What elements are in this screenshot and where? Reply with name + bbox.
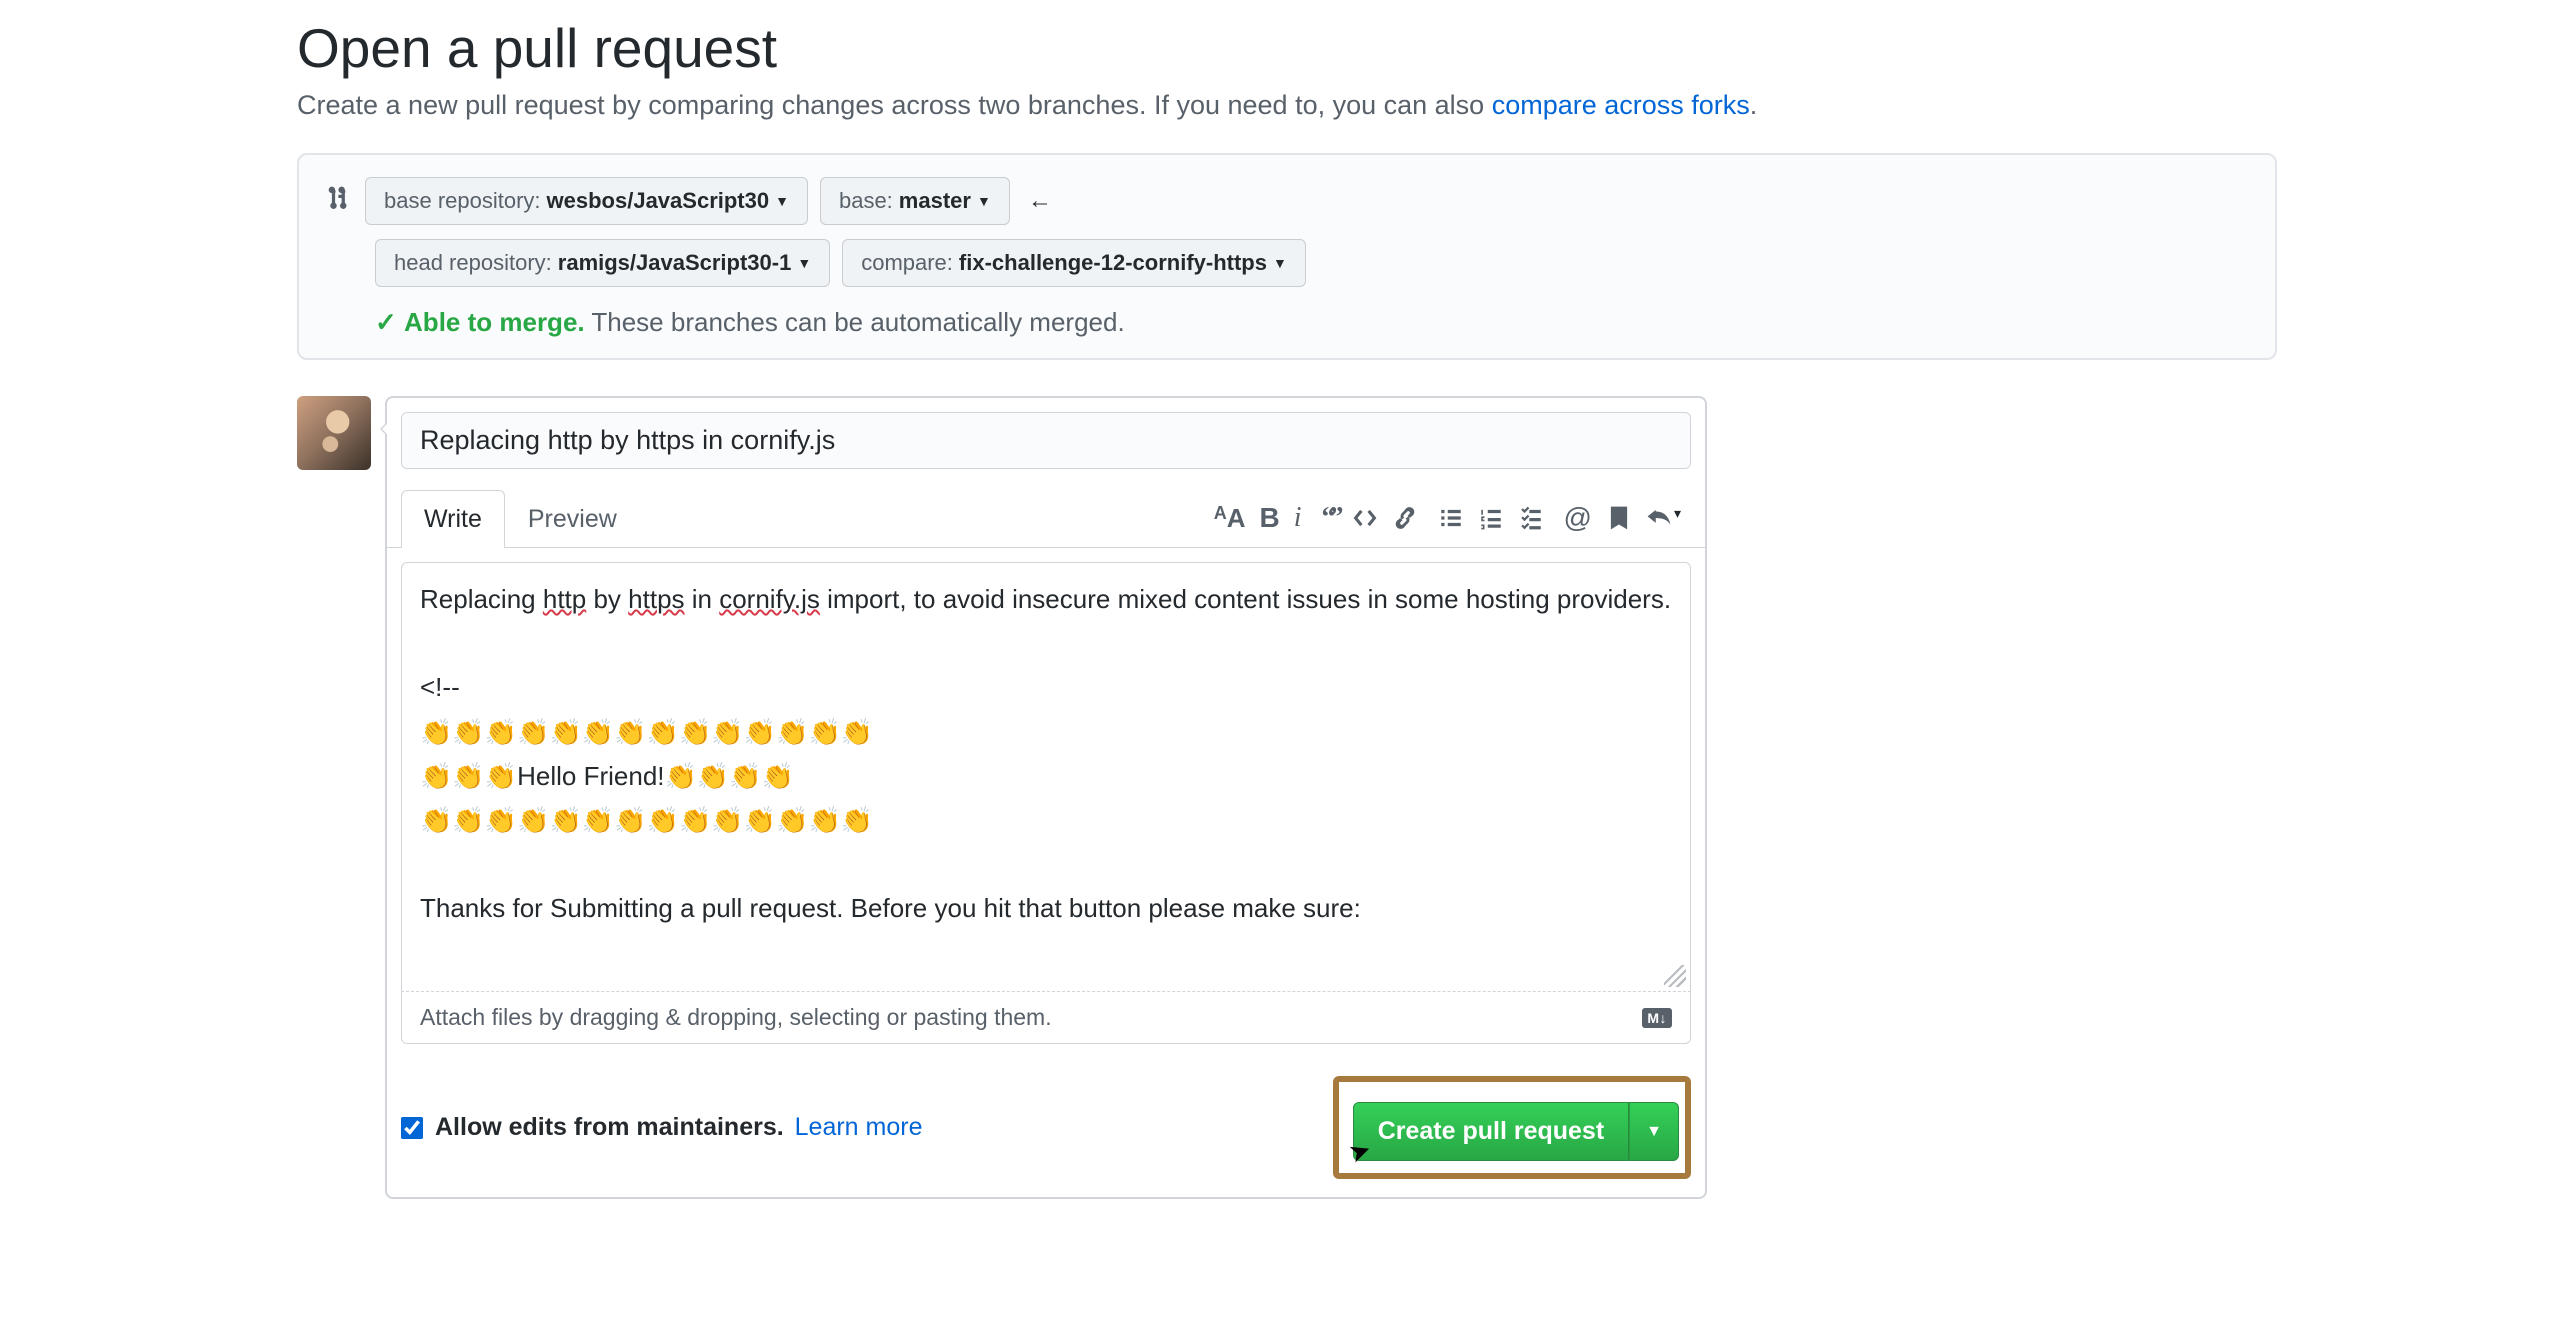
italic-icon[interactable]: i [1294,502,1302,534]
merge-status: ✓ Able to merge. These branches can be a… [375,307,2247,338]
saved-replies-icon[interactable] [1606,505,1632,531]
allow-edits-label: Allow edits from maintainers. Learn more [435,1113,923,1142]
numbered-list-icon[interactable] [1478,505,1504,531]
tab-write[interactable]: Write [401,490,505,548]
chevron-down-icon: ▼ [977,193,991,209]
subtitle-text: Create a new pull request by comparing c… [297,90,1492,120]
bold-icon[interactable]: B [1260,502,1280,534]
attach-hint[interactable]: Attach files by dragging & dropping, sel… [401,992,1691,1044]
create-pr-highlight: Create pull request ▼ ➤ [1333,1076,1691,1179]
chevron-down-icon: ▼ [797,255,811,271]
subtitle-tail: . [1750,90,1758,120]
compare-branch-select[interactable]: compare: fix-challenge-12-cornify-https▼ [842,239,1306,287]
base-branch-select[interactable]: base: master▼ [820,177,1010,225]
bullet-list-icon[interactable] [1438,505,1464,531]
compare-forks-link[interactable]: compare across forks [1492,90,1750,120]
pr-form: Write Preview AA B i “” [385,396,1707,1199]
page-subtitle: Create a new pull request by comparing c… [297,90,2277,121]
heading-icon[interactable]: AA [1214,503,1246,534]
editor-tabs: Write Preview AA B i “” [387,489,1705,548]
code-icon[interactable] [1352,505,1378,531]
compare-panel: base repository: wesbos/JavaScript30▼ ba… [297,153,2277,360]
learn-more-link[interactable]: Learn more [795,1113,923,1141]
allow-edits-checkbox[interactable] [401,1117,423,1139]
chevron-down-icon: ▼ [775,193,789,209]
check-icon: ✓ [375,307,397,337]
pr-body-textarea[interactable]: Replacing http by https in cornify.js im… [401,562,1691,992]
base-repo-select[interactable]: base repository: wesbos/JavaScript30▼ [365,177,808,225]
avatar [297,396,371,470]
editor-toolbar: AA B i “” @ [1214,502,1691,534]
head-repo-select[interactable]: head repository: ramigs/JavaScript30-1▼ [375,239,830,287]
mention-icon[interactable]: @ [1564,502,1592,534]
tab-preview[interactable]: Preview [505,490,640,548]
create-pull-request-button[interactable]: Create pull request [1353,1102,1629,1161]
link-icon[interactable] [1392,505,1418,531]
quote-icon[interactable]: “” [1322,502,1338,534]
pr-title-input[interactable] [401,412,1691,469]
create-pull-request-dropdown[interactable]: ▼ [1629,1102,1679,1161]
resize-handle[interactable] [1664,965,1686,987]
task-list-icon[interactable] [1518,505,1544,531]
chevron-down-icon: ▼ [1273,255,1287,271]
markdown-badge-icon[interactable]: M↓ [1642,1008,1672,1028]
page-title: Open a pull request [297,16,2277,80]
reply-icon[interactable]: ▾ [1646,505,1681,531]
compare-icon [327,185,353,218]
arrow-left-icon: ← [1028,187,1052,215]
